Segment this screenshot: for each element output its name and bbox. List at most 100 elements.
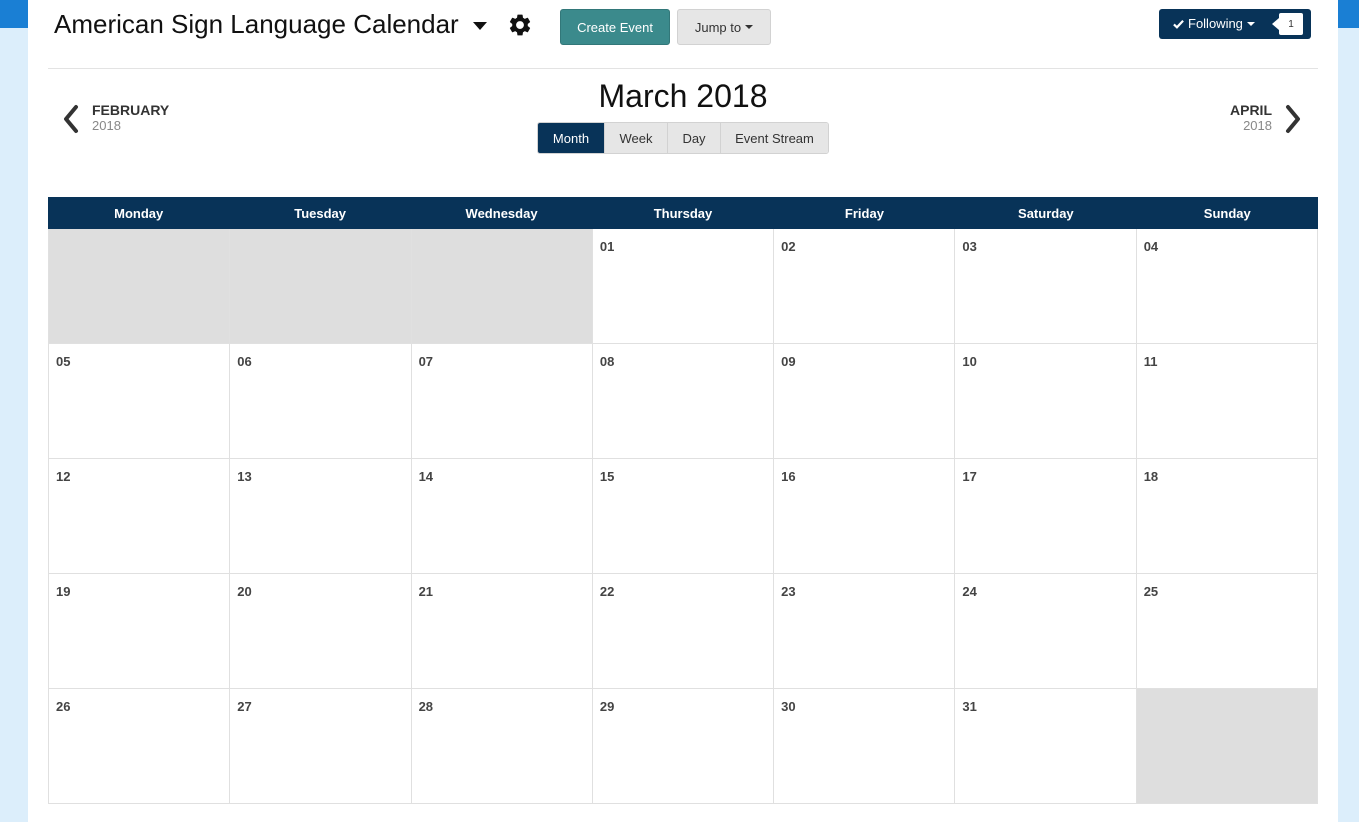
weekday-header: Tuesday	[294, 205, 347, 221]
jump-to-button[interactable]: Jump to	[677, 9, 771, 45]
weekday-header: Wednesday	[465, 205, 538, 221]
day-number: 16	[781, 469, 796, 484]
chevron-down-icon	[745, 25, 754, 29]
day-cell[interactable]: 10	[955, 344, 1137, 459]
create-event-button[interactable]: Create Event	[560, 9, 670, 45]
next-month-year: 2018	[1243, 118, 1272, 133]
day-cell[interactable]: 02	[774, 229, 956, 344]
day-cell[interactable]: 03	[955, 229, 1137, 344]
day-number: 22	[599, 584, 615, 599]
day-cell[interactable]: 27	[230, 689, 412, 804]
tab-week[interactable]: Week	[605, 123, 668, 153]
calendar-title: American Sign Language Calendar	[54, 9, 459, 39]
day-number: 26	[56, 699, 71, 714]
day-cell[interactable]: 13	[230, 459, 412, 574]
next-month-name: APRIL	[1230, 102, 1272, 118]
day-cell[interactable]: 19	[49, 574, 231, 689]
outside-month-day-cell	[411, 229, 593, 344]
day-cell[interactable]: 08	[592, 344, 775, 459]
day-cell[interactable]: 22	[592, 574, 775, 689]
day-number: 19	[56, 584, 71, 599]
day-number: 02	[781, 239, 796, 254]
day-number: 24	[962, 584, 977, 599]
follower-count-badge: 1	[1272, 13, 1303, 35]
jump-to-label: Jump to	[694, 19, 742, 35]
day-cell[interactable]: 29	[592, 689, 775, 804]
calendar-menu-caret-icon[interactable]	[473, 22, 487, 30]
tab-month[interactable]: Month	[538, 123, 605, 153]
tab-event-stream[interactable]: Event Stream	[721, 123, 828, 153]
following-label: Following	[1188, 16, 1243, 31]
day-cell[interactable]: 24	[955, 574, 1137, 689]
day-number: 20	[237, 584, 252, 599]
day-cell[interactable]: 04	[1136, 229, 1318, 344]
next-month-link[interactable]: APRIL 2018	[1188, 102, 1272, 133]
check-icon	[1173, 19, 1184, 29]
day-cell[interactable]: 30	[774, 689, 956, 804]
day-number: 18	[1143, 469, 1159, 484]
day-number: 25	[1143, 584, 1159, 599]
day-cell[interactable]: 16	[774, 459, 956, 574]
background-accent-left	[0, 0, 28, 28]
day-number: 17	[962, 469, 977, 484]
day-cell[interactable]: 20	[230, 574, 412, 689]
day-cell[interactable]: 12	[49, 459, 231, 574]
weekday-header-row: Monday Tuesday Wednesday Thursday Friday…	[48, 197, 1318, 229]
following-label-group: Following	[1173, 16, 1255, 31]
day-number: 27	[237, 699, 252, 714]
day-number: 30	[781, 699, 796, 714]
chevron-right-icon[interactable]	[1278, 103, 1306, 135]
day-cell[interactable]: 01	[592, 229, 775, 344]
day-number: 28	[418, 699, 434, 714]
background-accent-right	[1338, 0, 1359, 28]
day-number: 06	[237, 354, 252, 369]
outside-month-day-cell	[230, 229, 412, 344]
day-cell[interactable]: 18	[1136, 459, 1318, 574]
day-number: 05	[56, 354, 71, 369]
day-number: 31	[962, 699, 977, 714]
following-button[interactable]: Following 1	[1159, 9, 1311, 39]
gear-icon[interactable]	[507, 12, 533, 38]
weekday-header: Sunday	[1203, 205, 1251, 221]
day-number: 08	[599, 354, 615, 369]
chevron-down-icon	[1246, 21, 1255, 26]
day-cell[interactable]: 25	[1136, 574, 1318, 689]
day-cell[interactable]: 09	[774, 344, 956, 459]
tab-day[interactable]: Day	[668, 123, 721, 153]
day-cell[interactable]: 31	[955, 689, 1137, 804]
day-number: 04	[1143, 239, 1159, 254]
weekday-header: Saturday	[1018, 205, 1074, 221]
day-number: 29	[599, 699, 615, 714]
day-cell[interactable]: 26	[49, 689, 231, 804]
day-number: 13	[237, 469, 252, 484]
day-cell[interactable]: 14	[411, 459, 593, 574]
day-number: 11	[1143, 354, 1158, 369]
day-number: 03	[962, 239, 977, 254]
day-cell[interactable]: 21	[411, 574, 593, 689]
month-title: March 2018	[598, 78, 768, 114]
day-cell[interactable]: 05	[49, 344, 231, 459]
day-number: 15	[599, 469, 615, 484]
day-cell[interactable]: 06	[230, 344, 412, 459]
outside-month-day-cell	[1136, 689, 1318, 804]
outside-month-day-cell	[49, 229, 231, 344]
day-number: 14	[418, 469, 434, 484]
day-cell[interactable]: 23	[774, 574, 956, 689]
day-cell[interactable]: 11	[1136, 344, 1318, 459]
weekday-header: Friday	[844, 205, 884, 221]
view-tabs: Month Week Day Event Stream	[537, 122, 829, 154]
calendar-page: American Sign Language Calendar Create E…	[28, 0, 1338, 822]
day-number: 07	[418, 354, 434, 369]
day-number: 21	[418, 584, 434, 599]
calendar-header: American Sign Language Calendar Create E…	[48, 0, 1318, 69]
previous-month-year: 2018	[92, 118, 121, 133]
day-cell[interactable]: 07	[411, 344, 593, 459]
day-cell[interactable]: 28	[411, 689, 593, 804]
day-number: 12	[56, 469, 71, 484]
month-grid: Monday Tuesday Wednesday Thursday Friday…	[48, 197, 1318, 804]
weeks-grid: 01 02 03 04 05 06 07 08 09 10 11 12 13 14 15 16 17 18 19 20…	[48, 229, 1318, 804]
day-number: 01	[599, 239, 615, 254]
day-number: 23	[781, 584, 796, 599]
day-cell[interactable]: 17	[955, 459, 1137, 574]
day-cell[interactable]: 15	[592, 459, 775, 574]
